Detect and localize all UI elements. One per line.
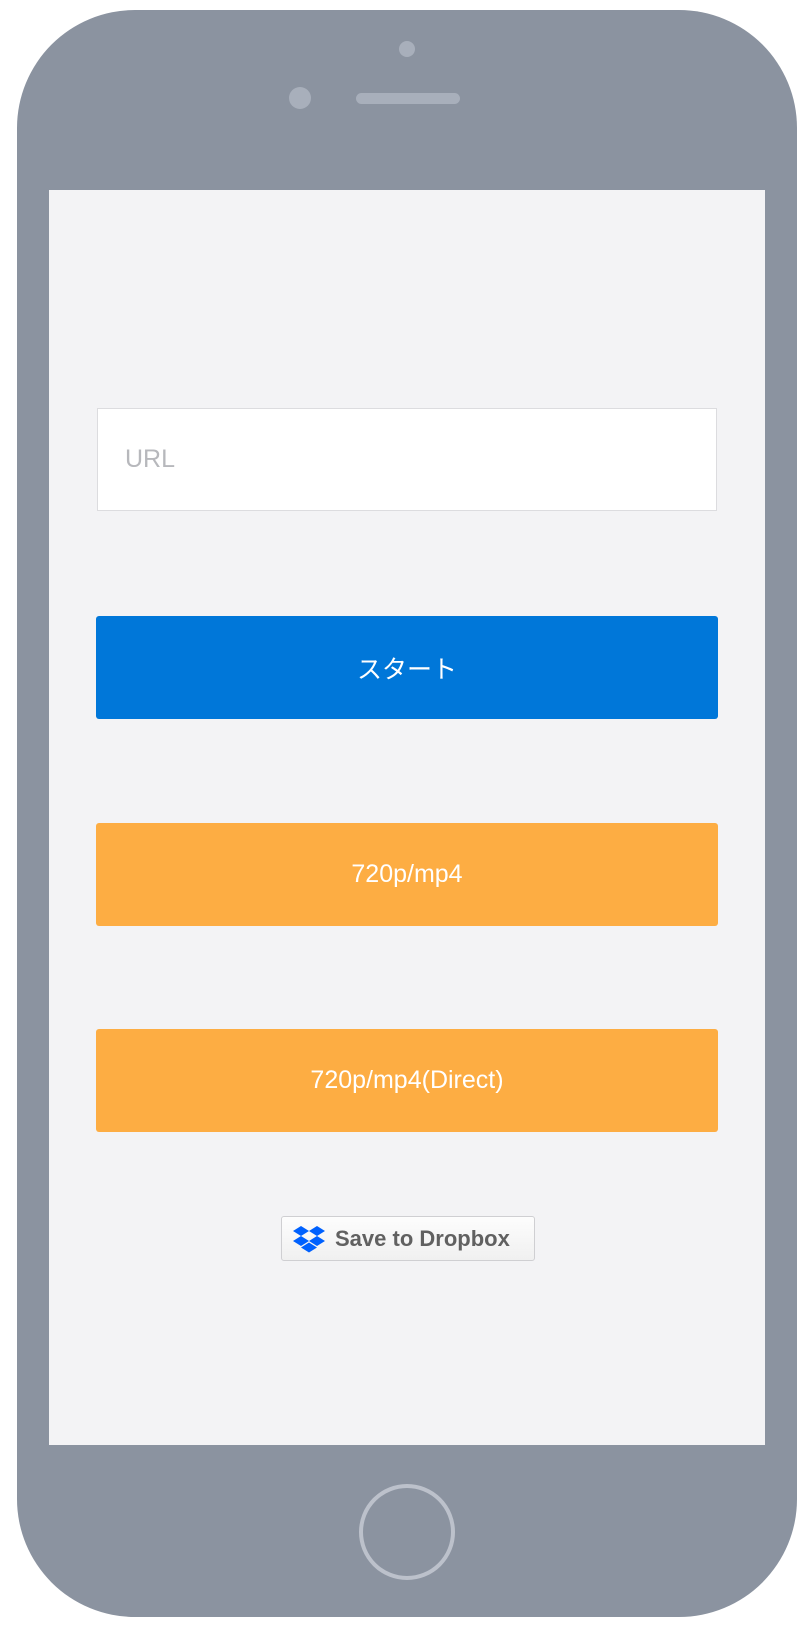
proximity-sensor (289, 87, 311, 109)
start-button[interactable]: スタート (96, 616, 718, 719)
download-720p-mp4-direct-button[interactable]: 720p/mp4(Direct) (96, 1029, 718, 1132)
url-input[interactable] (97, 408, 717, 511)
download-720p-mp4-button[interactable]: 720p/mp4 (96, 823, 718, 926)
front-camera (399, 41, 415, 57)
earpiece-speaker (356, 93, 460, 104)
phone-frame: スタート 720p/mp4 720p/mp4(Direct) Save to D… (17, 10, 797, 1617)
dropbox-icon (293, 1225, 325, 1253)
home-button[interactable] (359, 1484, 455, 1580)
dropbox-button-label: Save to Dropbox (335, 1225, 510, 1251)
app-screen: スタート 720p/mp4 720p/mp4(Direct) Save to D… (49, 190, 765, 1445)
save-to-dropbox-button[interactable]: Save to Dropbox (281, 1216, 535, 1261)
